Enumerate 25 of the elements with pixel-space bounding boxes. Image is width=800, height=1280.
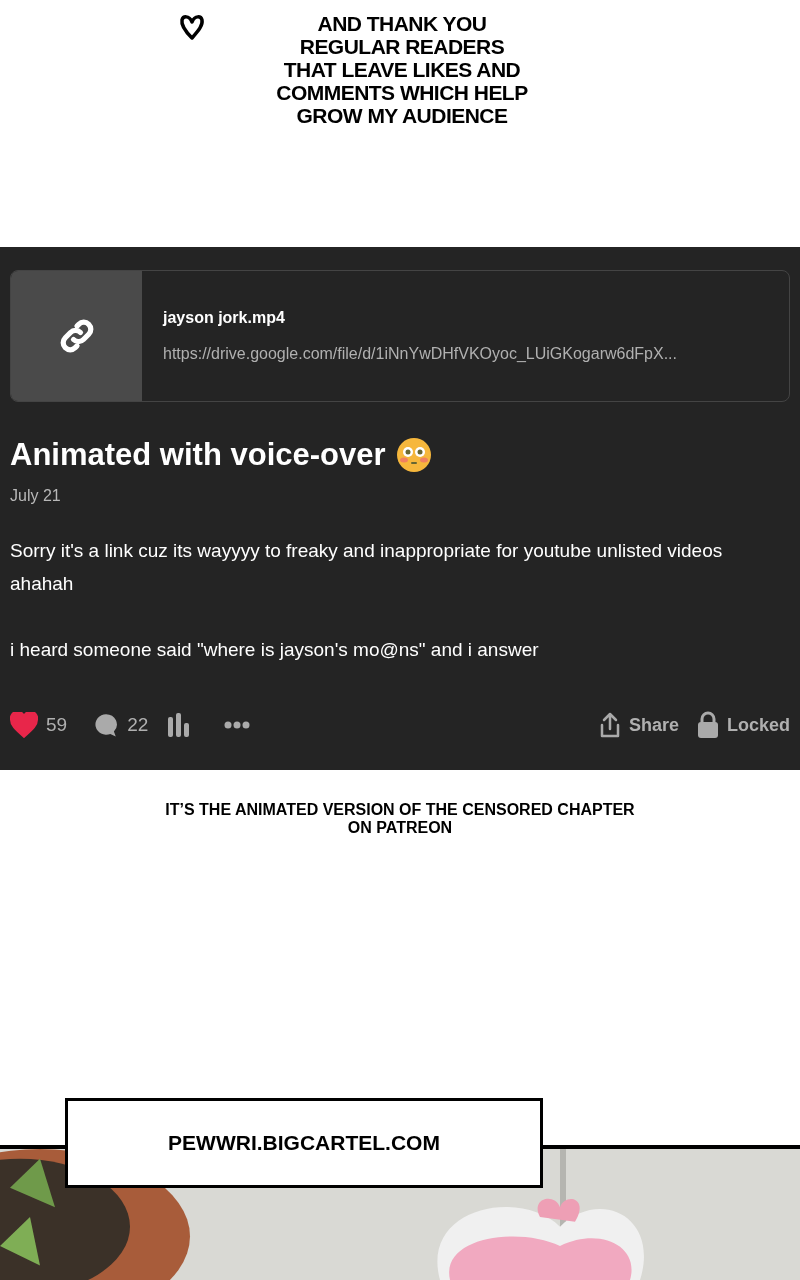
link-url: https://drive.google.com/file/d/1iNnYwDHfVKOyoc_LUiGKogarw6dFpX...: [163, 344, 677, 364]
caption-line: THAT LEAVE LIKES AND: [283, 58, 521, 81]
locked-button[interactable]: Locked: [696, 711, 790, 739]
more-icon[interactable]: [224, 721, 251, 729]
caption-line: IT’S THE ANIMATED VERSION OF THE CENSORED CHAPTER: [165, 801, 635, 819]
share-button[interactable]: Share: [598, 711, 679, 739]
caption-line: ON PATREON: [347, 819, 453, 837]
like-button[interactable]: 59: [10, 710, 68, 740]
link-card[interactable]: jayson jork.mp4 https://drive.google.com/file/d/1iNnYwDHfVKOyoc_LUiGKogarw6dFpX...: [10, 270, 790, 402]
share-icon: [598, 712, 621, 738]
caption-line: AND THANK YOU: [317, 12, 487, 35]
caption-line: COMMENTS WHICH HELP: [276, 81, 528, 104]
comment-button[interactable]: 22: [93, 710, 149, 740]
post-date: July 21: [10, 486, 62, 506]
speech-bubble-icon: [93, 712, 120, 738]
caption-line: GROW MY AUDIENCE: [296, 104, 508, 127]
post-title: Animated with voice-over: [10, 436, 386, 474]
post-text: Sorry it's a link cuz its wayyyy to freaky and inappropriate for youtube unlisted videos ahahah: [10, 539, 724, 596]
url-caption: PEWWRI.BIGCARTEL.COM: [65, 1098, 543, 1188]
flushed-face-icon: [395, 437, 432, 473]
link-title: jayson jork.mp4: [163, 308, 286, 328]
lock-icon: [696, 711, 719, 739]
heart-doodle-icon: [178, 13, 206, 41]
post-text: i heard someone said "where is jayson's mo@ns" and i answer: [10, 638, 540, 662]
caption-line: REGULAR READERS: [299, 35, 505, 58]
